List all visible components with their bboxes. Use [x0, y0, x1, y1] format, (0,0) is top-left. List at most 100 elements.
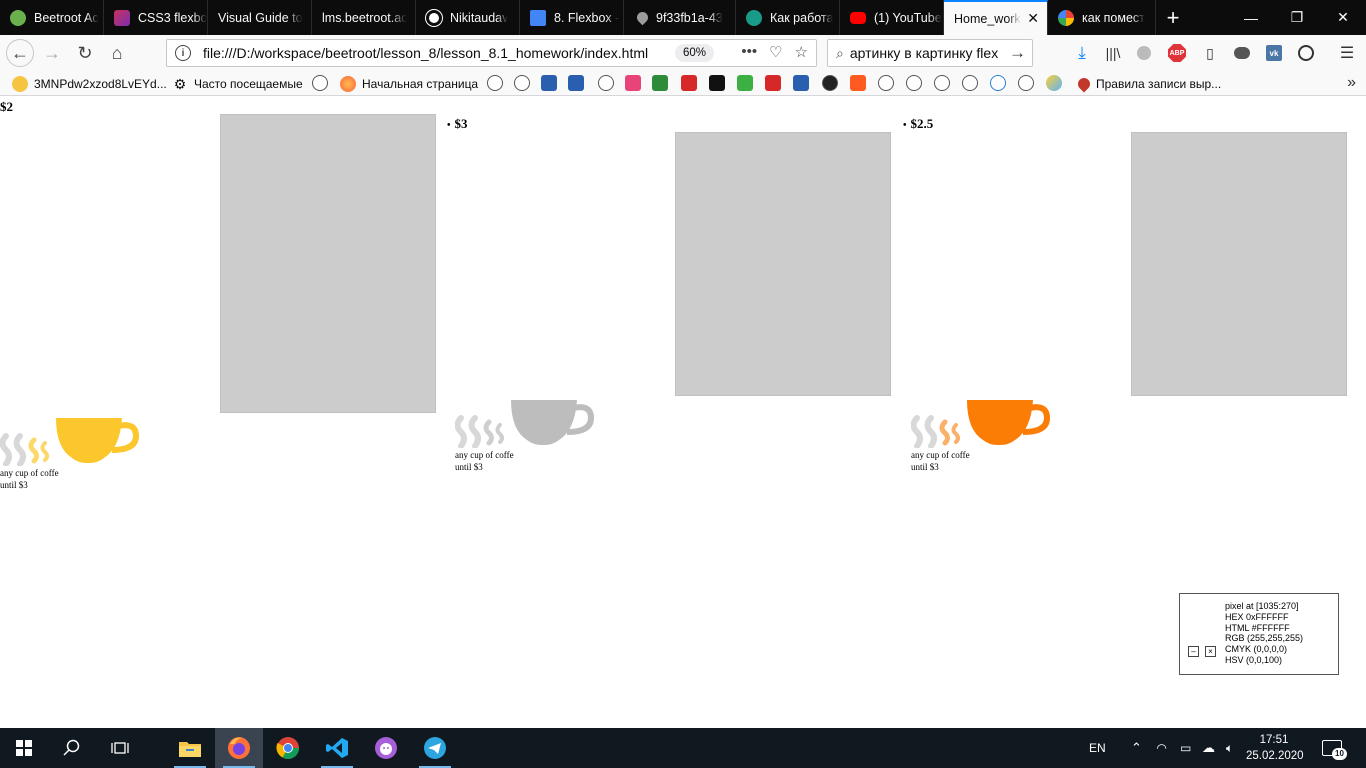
- globe-icon[interactable]: [487, 75, 503, 91]
- tab-beetroot[interactable]: Beetroot Ac: [0, 0, 104, 35]
- library-icon[interactable]: |||\: [1102, 43, 1124, 63]
- windows-start-icon[interactable]: [0, 728, 48, 768]
- globe-icon[interactable]: [990, 75, 1006, 91]
- pocket-icon[interactable]: ♡: [769, 43, 782, 61]
- volume-icon[interactable]: 🔈︎: [1226, 728, 1233, 768]
- coffee-cup-image: [0, 416, 140, 471]
- taskbar-clock[interactable]: 17:51 25.02.2020: [1246, 732, 1304, 764]
- bookmark-site-icon[interactable]: [652, 75, 668, 91]
- bookmark-film-icon[interactable]: [822, 75, 838, 91]
- back-arrow-icon[interactable]: ←: [6, 39, 34, 67]
- url-text[interactable]: file:///D:/workspace/beetroot/lesson_8/l…: [203, 45, 648, 61]
- globe-icon[interactable]: [1018, 75, 1034, 91]
- coffee-cup-icon: [454, 400, 595, 449]
- vk-icon[interactable]: vk: [1263, 43, 1285, 63]
- extension-globe-icon[interactable]: [1133, 43, 1155, 63]
- bookmark-most-visited[interactable]: ⚙ Часто посещаемые: [172, 75, 303, 92]
- restore-window-icon[interactable]: ❐: [1274, 0, 1320, 35]
- tab-css3-flexbox[interactable]: CSS3 flexbo: [104, 0, 208, 35]
- search-go-arrow-icon[interactable]: →: [1009, 43, 1026, 63]
- vscode-icon[interactable]: [313, 728, 361, 768]
- tab-home-work[interactable]: Home_work ✕: [944, 0, 1048, 35]
- globe-icon[interactable]: [878, 75, 894, 91]
- chevron-up-icon[interactable]: ⌃: [1131, 728, 1142, 768]
- chevron-more-icon[interactable]: »: [1347, 74, 1356, 92]
- price-label: $2: [0, 99, 13, 114]
- close-tab-icon[interactable]: ✕: [1027, 10, 1039, 27]
- bookmark-home-page[interactable]: Начальная страница: [340, 75, 478, 92]
- bookmark-star-icon[interactable]: ☆: [795, 43, 808, 61]
- reload-icon[interactable]: ↻: [71, 39, 99, 67]
- task-view-icon[interactable]: [96, 728, 144, 768]
- itc-icon[interactable]: [709, 75, 725, 91]
- reader-view-icon[interactable]: ▯: [1199, 43, 1221, 63]
- globe-icon[interactable]: [906, 75, 922, 91]
- chrome-icon[interactable]: [264, 728, 312, 768]
- price-label: • $3: [447, 116, 468, 131]
- bookmark-last[interactable]: Правила записи выр...: [1075, 75, 1221, 92]
- globe-icon[interactable]: [962, 75, 978, 91]
- downloads-icon[interactable]: ⤓: [1071, 43, 1093, 63]
- bookmark-first[interactable]: 3MNPdw2xzod8LvEYd...: [12, 75, 167, 92]
- tab-github[interactable]: Nikitaudav: [416, 0, 520, 35]
- globe-icon[interactable]: [934, 75, 950, 91]
- notifications-icon[interactable]: 10: [1322, 728, 1347, 768]
- file-explorer-icon[interactable]: [166, 728, 214, 768]
- tab-google-search[interactable]: как помест: [1048, 0, 1156, 35]
- tab-flexbox-docs[interactable]: 8. Flexbox -: [520, 0, 624, 35]
- coffee-cup-image: [910, 398, 1051, 453]
- css-icon: [114, 9, 130, 26]
- home-icon[interactable]: ⌂: [103, 39, 131, 67]
- account-icon[interactable]: [1295, 43, 1317, 63]
- navigation-toolbar: ← → ↻ ⌂ i file:///D:/workspace/beetroot/…: [0, 35, 1366, 71]
- tab-kak-rabotaet[interactable]: Как работа: [736, 0, 840, 35]
- lf-icon[interactable]: [850, 75, 866, 91]
- globe-icon[interactable]: [514, 75, 530, 91]
- bookmark-site-icon[interactable]: [568, 75, 584, 91]
- tab-lms-beetroot[interactable]: lms.beetroot.ac: [312, 0, 416, 35]
- search-icon[interactable]: [48, 728, 96, 768]
- bookmark-cube-icon[interactable]: [737, 75, 753, 91]
- new-tab-plus-icon[interactable]: +: [1158, 0, 1188, 35]
- site-info-icon[interactable]: i: [175, 45, 191, 61]
- notification-count-badge: 10: [1332, 748, 1347, 760]
- smiley-icon: [12, 75, 28, 92]
- adblock-plus-icon[interactable]: ABP: [1166, 43, 1188, 63]
- picker-readout: pixel at [1035:270] HEX 0xFFFFFF HTML #F…: [1225, 601, 1304, 665]
- url-bar[interactable]: i file:///D:/workspace/beetroot/lesson_8…: [166, 39, 817, 67]
- language-indicator[interactable]: EN: [1089, 728, 1106, 768]
- search-input[interactable]: артинку в картинку flex: [850, 45, 998, 61]
- target-icon[interactable]: [598, 75, 614, 91]
- picker-close-button[interactable]: ×: [1205, 646, 1216, 657]
- coffee-cup-icon: [0, 418, 140, 467]
- search-bar[interactable]: ⌕ артинку в картинку flex →: [827, 39, 1033, 67]
- minimize-window-icon[interactable]: —: [1228, 0, 1274, 35]
- onedrive-cloud-icon[interactable]: ☁: [1202, 728, 1215, 768]
- battery-icon[interactable]: ▭: [1180, 728, 1191, 768]
- price-label: • $2.5: [903, 116, 934, 131]
- weather-icon[interactable]: [1046, 75, 1062, 91]
- rst-icon[interactable]: [681, 75, 697, 91]
- github-desktop-icon[interactable]: [362, 728, 410, 768]
- bookmark-site-icon[interactable]: [793, 75, 809, 91]
- wifi-icon[interactable]: ◜◝: [1157, 728, 1166, 768]
- globe-icon[interactable]: [312, 75, 328, 91]
- extension-icon[interactable]: [1231, 43, 1253, 63]
- firefox-taskbar-icon[interactable]: [215, 728, 263, 768]
- firefox-icon: [340, 75, 356, 92]
- list-bullet: •: [903, 120, 907, 131]
- page-actions-icon[interactable]: •••: [741, 43, 757, 61]
- forward-arrow-icon[interactable]: →: [38, 39, 66, 67]
- hamburger-menu-icon[interactable]: ☰: [1336, 43, 1358, 63]
- zoom-indicator[interactable]: 60%: [675, 44, 715, 62]
- telegram-icon[interactable]: [411, 728, 459, 768]
- bookmark-site-icon[interactable]: [541, 75, 557, 91]
- picker-minimize-button[interactable]: –: [1188, 646, 1199, 657]
- tab-youtube[interactable]: (1) YouTube: [840, 0, 944, 35]
- bookmark-site-icon[interactable]: [765, 75, 781, 91]
- close-window-icon[interactable]: ✕: [1320, 0, 1366, 35]
- tab-file[interactable]: 9f33fb1a-43: [624, 0, 736, 35]
- tab-visual-guide[interactable]: Visual Guide to: [208, 0, 312, 35]
- image-placeholder: [220, 114, 436, 413]
- bookmark-cube-icon[interactable]: [625, 75, 641, 91]
